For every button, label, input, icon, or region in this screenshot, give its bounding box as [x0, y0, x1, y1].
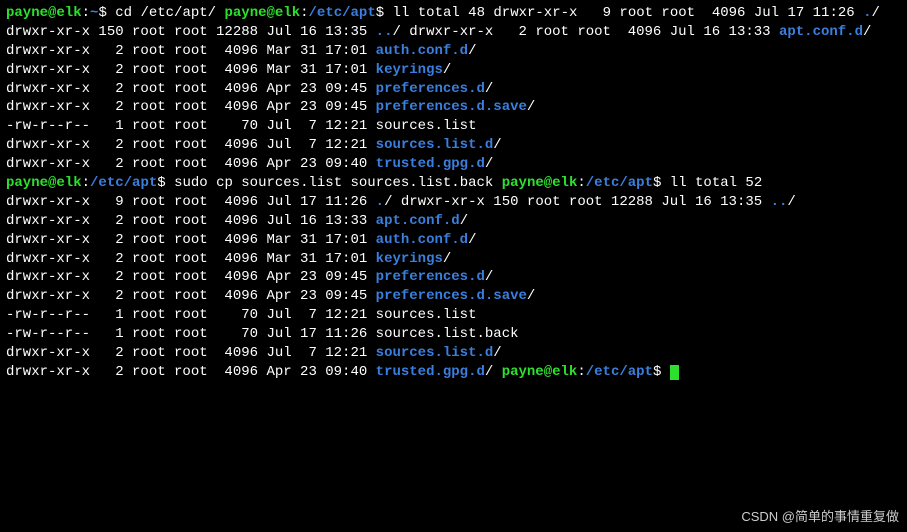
file-name: apt.conf.d: [376, 213, 460, 229]
file-name: preferences.d: [376, 81, 485, 97]
total-line: total 52: [695, 175, 762, 191]
file-name: preferences.d.save: [376, 288, 527, 304]
file-entry: -rw-r--r-- 1 root root 70 Jul 7 12:21 so…: [6, 118, 477, 134]
prompt-path: /etc/apt: [90, 175, 157, 191]
prompt-line: payne@elk:/etc/apt$ sudo cp sources.list…: [6, 175, 493, 191]
command-text: ll: [393, 5, 410, 21]
prompt-user: payne@elk: [6, 175, 82, 191]
file-name: apt.conf.d: [779, 24, 863, 40]
terminal-output[interactable]: payne@elk:~$ cd /etc/apt/ payne@elk:/etc…: [6, 4, 901, 382]
prompt-user: payne@elk: [502, 175, 578, 191]
cursor: [670, 365, 679, 380]
file-entry: drwxr-xr-x 2 root root 4096 Mar 31 17:01…: [6, 232, 477, 248]
file-name: ..: [376, 24, 393, 40]
total-line: total 48: [418, 5, 485, 21]
file-entry: drwxr-xr-x 2 root root 4096 Apr 23 09:40…: [6, 156, 493, 172]
prompt-path: ~: [90, 5, 98, 21]
file-entry: drwxr-xr-x 2 root root 4096 Mar 31 17:01…: [6, 43, 477, 59]
file-entry: drwxr-xr-x 2 root root 4096 Apr 23 09:40…: [6, 364, 493, 380]
file-entry: drwxr-xr-x 2 root root 4096 Apr 23 09:45…: [6, 99, 535, 115]
file-entry: drwxr-xr-x 2 root root 4096 Mar 31 17:01…: [6, 251, 451, 267]
file-name: .: [376, 194, 384, 210]
file-name: ..: [771, 194, 788, 210]
file-name: sources.list: [376, 307, 477, 323]
file-entry: drwxr-xr-x 2 root root 4096 Jul 16 13:33…: [409, 24, 871, 40]
prompt-path: /etc/apt: [586, 175, 653, 191]
watermark: CSDN @简单的事情重复做: [741, 508, 899, 526]
file-entry: drwxr-xr-x 2 root root 4096 Jul 7 12:21 …: [6, 137, 502, 153]
file-name: sources.list.d: [376, 345, 494, 361]
file-entry: drwxr-xr-x 2 root root 4096 Apr 23 09:45…: [6, 269, 493, 285]
command-text: sudo cp sources.list sources.list.back: [174, 175, 493, 191]
prompt-path: /etc/apt: [586, 364, 653, 380]
file-entry: drwxr-xr-x 2 root root 4096 Jul 16 13:33…: [6, 213, 468, 229]
command-text: cd /etc/apt/: [115, 5, 216, 21]
prompt-line: payne@elk:/etc/apt$ ll: [502, 175, 687, 191]
file-name: preferences.d.save: [376, 99, 527, 115]
file-entry: drwxr-xr-x 2 root root 4096 Mar 31 17:01…: [6, 62, 451, 78]
file-entry: drwxr-xr-x 9 root root 4096 Jul 17 11:26…: [493, 5, 879, 21]
file-entry: drwxr-xr-x 9 root root 4096 Jul 17 11:26…: [6, 194, 392, 210]
prompt-user: payne@elk: [224, 5, 300, 21]
prompt-line: payne@elk:/etc/apt$ ll: [224, 5, 409, 21]
prompt-user: payne@elk: [502, 364, 578, 380]
file-entry: drwxr-xr-x 2 root root 4096 Jul 7 12:21 …: [6, 345, 502, 361]
file-name: sources.list: [376, 118, 477, 134]
file-entry: drwxr-xr-x 150 root root 12288 Jul 16 13…: [6, 24, 401, 40]
file-name: sources.list.back: [376, 326, 519, 342]
file-name: sources.list.d: [376, 137, 494, 153]
prompt-user: payne@elk: [6, 5, 82, 21]
file-entry: -rw-r--r-- 1 root root 70 Jul 7 12:21 so…: [6, 307, 477, 323]
file-entry: drwxr-xr-x 2 root root 4096 Apr 23 09:45…: [6, 288, 535, 304]
prompt-path: /etc/apt: [309, 5, 376, 21]
file-name: auth.conf.d: [376, 43, 468, 59]
file-name: preferences.d: [376, 269, 485, 285]
file-entry: drwxr-xr-x 2 root root 4096 Apr 23 09:45…: [6, 81, 493, 97]
file-name: keyrings: [376, 251, 443, 267]
file-name: trusted.gpg.d: [376, 364, 485, 380]
prompt-line: payne@elk:/etc/apt$: [502, 364, 679, 380]
file-entry: drwxr-xr-x 150 root root 12288 Jul 16 13…: [401, 194, 796, 210]
prompt-line: payne@elk:~$ cd /etc/apt/: [6, 5, 216, 21]
command-text: ll: [670, 175, 687, 191]
file-name: keyrings: [376, 62, 443, 78]
file-name: trusted.gpg.d: [376, 156, 485, 172]
file-entry: -rw-r--r-- 1 root root 70 Jul 17 11:26 s…: [6, 326, 519, 342]
file-name: auth.conf.d: [376, 232, 468, 248]
file-name: .: [863, 5, 871, 21]
